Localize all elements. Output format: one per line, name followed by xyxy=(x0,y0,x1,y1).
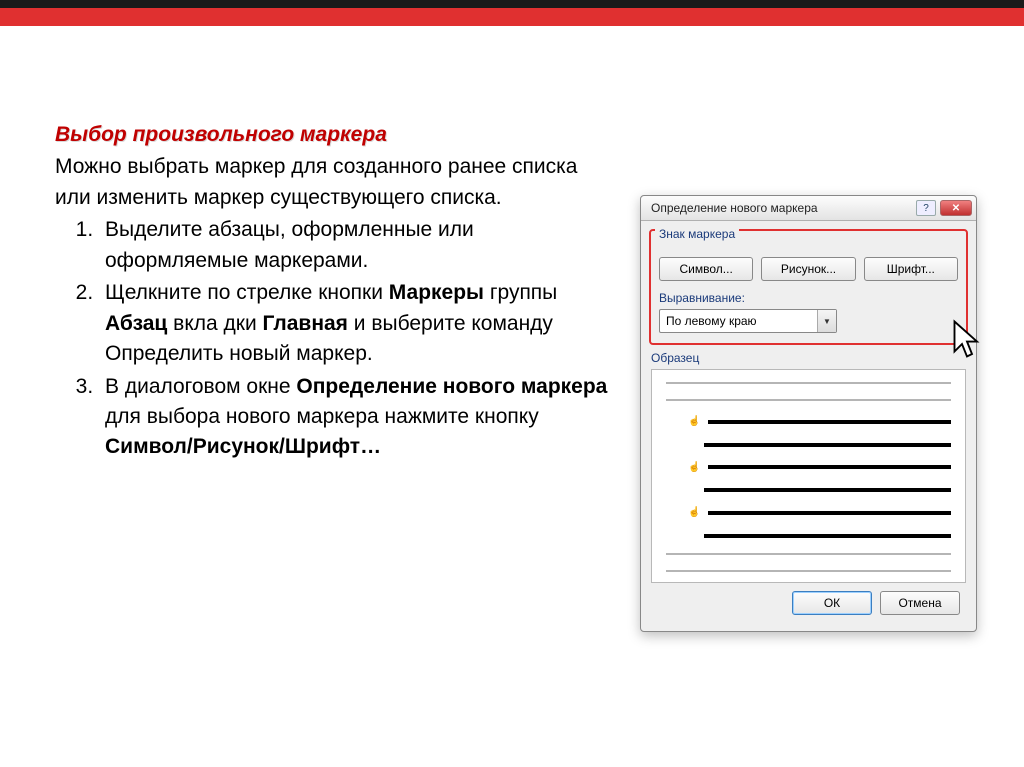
picture-button[interactable]: Рисунок... xyxy=(761,257,855,281)
help-icon: ? xyxy=(923,203,929,214)
chevron-down-icon: ▼ xyxy=(817,310,836,332)
step-2-text: Щелкните по стрелке кнопки xyxy=(105,281,389,304)
top-border-bar xyxy=(0,0,1024,8)
marker-sign-group: Знак маркера Символ... Рисунок... Шрифт.… xyxy=(649,229,968,345)
sample-line xyxy=(704,443,951,447)
step-2-bold-2: Абзац xyxy=(105,312,167,335)
sample-line xyxy=(666,382,951,384)
sample-line xyxy=(708,511,951,515)
sample-line xyxy=(708,465,951,469)
sample-line xyxy=(708,420,951,424)
step-1: Выделите абзацы, оформленные или оформля… xyxy=(99,215,615,276)
sample-line xyxy=(666,553,951,555)
sample-line xyxy=(666,399,951,401)
dialog-screenshot: Определение нового маркера ? ✕ Знак марк… xyxy=(640,195,977,632)
sample-bullet-row: ☝ xyxy=(666,416,951,427)
cancel-button[interactable]: Отмена xyxy=(880,591,960,615)
define-marker-dialog: Определение нового маркера ? ✕ Знак марк… xyxy=(640,195,977,632)
sample-line xyxy=(666,570,951,572)
step-3-bold-1: Определение нового маркера xyxy=(296,375,607,398)
symbol-button[interactable]: Символ... xyxy=(659,257,753,281)
help-button[interactable]: ? xyxy=(916,200,936,216)
bullet-icon: ☝ xyxy=(688,416,700,427)
close-icon: ✕ xyxy=(952,203,960,214)
intro-text: Можно выбрать маркер для созданного ране… xyxy=(55,152,615,213)
sample-bullet-row: ☝ xyxy=(666,462,951,473)
marker-sign-legend: Знак маркера xyxy=(655,227,739,241)
step-2-text-3: вкла дки xyxy=(167,312,262,335)
sample-line xyxy=(704,534,951,538)
slide-content: Выбор произвольного маркера Можно выбрат… xyxy=(0,60,1024,767)
alignment-value: По левому краю xyxy=(666,314,757,328)
step-3-bold-2: Символ/Рисунок/Шрифт… xyxy=(105,435,381,458)
dialog-title-bar: Определение нового маркера ? ✕ xyxy=(641,196,976,221)
alignment-combo[interactable]: По левому краю ▼ xyxy=(659,309,837,333)
sample-preview: ☝ ☝ ☝ xyxy=(651,369,966,583)
step-3-text-2: для выбора нового маркера нажмите кнопку xyxy=(105,405,539,428)
step-2-bold-1: Маркеры xyxy=(389,281,484,304)
text-column: Выбор произвольного маркера Можно выбрат… xyxy=(55,120,615,737)
step-2-bold-3: Главная xyxy=(263,312,348,335)
steps-list: Выделите абзацы, оформленные или оформля… xyxy=(55,215,615,463)
step-2: Щелкните по стрелке кнопки Маркеры групп… xyxy=(99,278,615,369)
sample-label: Образец xyxy=(651,351,968,365)
dialog-body: Знак маркера Символ... Рисунок... Шрифт.… xyxy=(641,221,976,631)
font-button[interactable]: Шрифт... xyxy=(864,257,958,281)
step-3: В диалоговом окне Определение нового мар… xyxy=(99,372,615,463)
cursor-icon xyxy=(951,319,983,362)
slide-heading: Выбор произвольного маркера xyxy=(55,120,615,150)
bullet-icon: ☝ xyxy=(688,507,700,518)
sample-bullet-row: ☝ xyxy=(666,507,951,518)
ok-button[interactable]: ОК xyxy=(792,591,872,615)
close-button[interactable]: ✕ xyxy=(940,200,972,216)
dialog-title: Определение нового маркера xyxy=(651,201,818,215)
bullet-icon: ☝ xyxy=(688,462,700,473)
step-2-text-2: группы xyxy=(484,281,557,304)
sample-line xyxy=(704,488,951,492)
red-accent-bar xyxy=(0,8,1024,26)
step-3-text: В диалоговом окне xyxy=(105,375,296,398)
alignment-label: Выравнивание: xyxy=(659,291,958,305)
